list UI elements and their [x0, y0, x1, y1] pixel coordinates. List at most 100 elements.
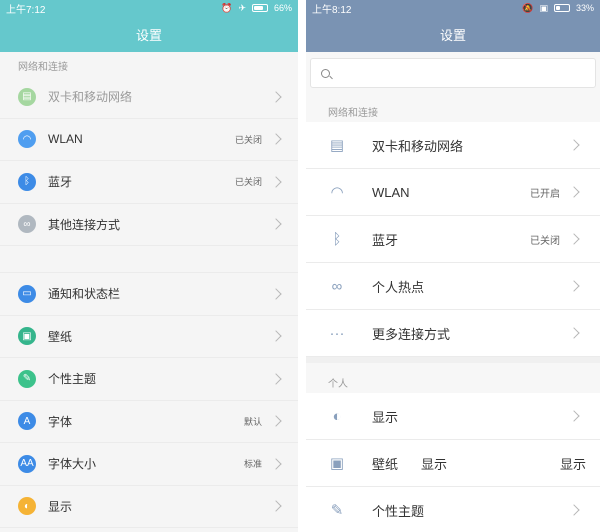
settings-row-label: 双卡和移动网络: [372, 138, 464, 154]
settings-row[interactable]: ▤ 双卡和移动网络: [0, 76, 298, 119]
settings-row-label: 双卡和移动网络: [48, 90, 133, 105]
battery-icon: [553, 4, 570, 12]
chevron-right-icon: [568, 280, 580, 292]
settings-row-label: 个性主题: [48, 372, 97, 387]
settings-row-label: WLAN: [48, 132, 83, 147]
settings-row[interactable]: ✎ 个性主题: [306, 487, 600, 532]
screenshot-divider: [298, 0, 306, 532]
hotspot-icon: ∞: [331, 277, 343, 295]
search-bar[interactable]: [310, 58, 596, 88]
settings-row[interactable]: AA 字体大小 标准: [0, 443, 298, 486]
settings-row[interactable]: ◐ 显示: [0, 486, 298, 528]
left-page-title: 设置: [135, 27, 162, 43]
settings-row-label: 通知和状态栏: [48, 287, 121, 302]
settings-row[interactable]: ▣ 壁纸 显示 显示: [306, 440, 600, 487]
wallpaper-icon: ▣: [329, 455, 345, 472]
theme-icon: ✎: [18, 369, 36, 388]
chevron-right-icon: [270, 458, 282, 470]
right-section-network: 网络和连接: [306, 92, 600, 122]
right-section-personal: 个人: [306, 363, 600, 393]
settings-row[interactable]: ▣ 壁纸: [0, 316, 298, 358]
right-status-time: 上午8:12: [312, 4, 352, 16]
settings-row-value: 默认: [243, 416, 262, 427]
font-size-icon: AA: [18, 454, 36, 473]
settings-row-value: 标准: [243, 459, 262, 470]
wifi-icon: ◠: [18, 130, 36, 149]
display-icon: ◐: [18, 497, 36, 516]
settings-row-value: 已关闭: [234, 177, 262, 188]
chevron-right-icon: [270, 415, 282, 427]
notification-icon: ▭: [18, 284, 36, 303]
left-status-bar: 上午7:12 ⏰ ✈ 66%: [0, 0, 298, 16]
left-section-gap: [0, 246, 298, 273]
alarm-icon: ⏰: [221, 2, 233, 13]
chevron-right-icon: [270, 218, 282, 230]
left-header: 上午7:12 ⏰ ✈ 66% 设置: [0, 0, 298, 52]
right-header: 上午8:12 🔕 ▣ 33% 设置: [306, 0, 600, 52]
font-icon: A: [18, 412, 36, 431]
right-phone-screen: 上午8:12 🔕 ▣ 33% 设置 网络和连接 ▤ 双卡和移动网络 ◠ WLAN 已开启…: [306, 0, 600, 532]
settings-row-value: 已关闭: [530, 235, 560, 247]
settings-row-label: 显示: [48, 499, 73, 514]
chevron-right-icon: [568, 410, 580, 422]
chevron-right-icon: [270, 288, 282, 300]
theme-icon: ✎: [330, 502, 344, 519]
settings-row[interactable]: ▭ 通知和状态栏: [0, 273, 298, 316]
settings-row-label: 个人热点: [372, 279, 425, 295]
airplane-icon: ✈: [238, 2, 246, 13]
settings-row[interactable]: ∞ 其他连接方式: [0, 204, 298, 246]
dual-sim-icon: ▤: [18, 87, 36, 106]
chevron-right-icon: [568, 233, 580, 245]
settings-row-label: 其他连接方式: [48, 217, 121, 232]
settings-row[interactable]: ◠ WLAN 已开启: [306, 169, 600, 216]
display-icon: ◐: [332, 407, 342, 425]
chevron-right-icon: [568, 327, 580, 339]
chevron-right-icon: [270, 176, 282, 188]
settings-row-label: 个性主题: [372, 503, 425, 519]
chevron-right-icon: [270, 500, 282, 512]
settings-row[interactable]: ◐ 显示: [306, 393, 600, 440]
overlay-text: 显示: [421, 456, 448, 472]
settings-row-value: 已关闭: [234, 134, 262, 145]
settings-row-label: 蓝牙: [372, 232, 399, 248]
settings-row-label: WLAN: [372, 184, 410, 200]
bluetooth-icon: ᛒ: [332, 230, 342, 248]
sim-icon: ▣: [539, 2, 548, 13]
left-section-network: 网络和连接: [18, 62, 68, 73]
right-battery-text: 33%: [575, 3, 594, 13]
battery-icon: [251, 4, 268, 12]
settings-row-label: 显示: [372, 409, 399, 425]
search-icon: [321, 68, 330, 78]
chevron-right-icon: [270, 330, 282, 342]
mute-icon: 🔕: [522, 2, 534, 13]
settings-row-label: 壁纸: [372, 456, 399, 472]
settings-row[interactable]: ᛒ 蓝牙 已关闭: [0, 161, 298, 204]
settings-row[interactable]: ∞ 个人热点: [306, 263, 600, 310]
settings-row[interactable]: A 字体 默认: [0, 401, 298, 443]
settings-row[interactable]: ᛒ 蓝牙 已关闭: [306, 216, 600, 263]
settings-row[interactable]: ◠ WLAN 已关闭: [0, 119, 298, 161]
settings-row-label: 更多连接方式: [372, 326, 451, 342]
bluetooth-icon: ᛒ: [18, 172, 36, 191]
more-icon: ···: [329, 324, 345, 342]
settings-row-value: 已开启: [530, 188, 560, 200]
dual-sim-icon: ▤: [329, 137, 345, 154]
chevron-right-icon: [568, 504, 580, 516]
left-status-time: 上午7:12: [6, 4, 46, 16]
right-status-bar: 上午8:12 🔕 ▣ 33%: [306, 0, 600, 16]
settings-row-label: 字体: [48, 414, 73, 429]
settings-row-label: 壁纸: [48, 329, 73, 344]
wallpaper-icon: ▣: [18, 327, 36, 346]
chevron-right-icon: [270, 133, 282, 145]
left-battery-text: 66%: [273, 3, 292, 13]
search-input[interactable]: [338, 67, 568, 79]
settings-row[interactable]: ▤ 双卡和移动网络: [306, 122, 600, 169]
right-page-title: 设置: [439, 27, 466, 43]
wifi-icon: ◠: [330, 184, 344, 201]
settings-row-label: 蓝牙: [48, 175, 73, 190]
settings-row[interactable]: ··· 更多连接方式: [306, 310, 600, 357]
settings-row[interactable]: ✎ 个性主题: [0, 358, 298, 401]
link-icon: ∞: [18, 215, 36, 234]
chevron-right-icon: [568, 186, 580, 198]
left-phone-screen: 上午7:12 ⏰ ✈ 66% 设置 网络和连接 ▤ 双卡和移动网络 ◠ WLAN 已关闭…: [0, 0, 298, 532]
